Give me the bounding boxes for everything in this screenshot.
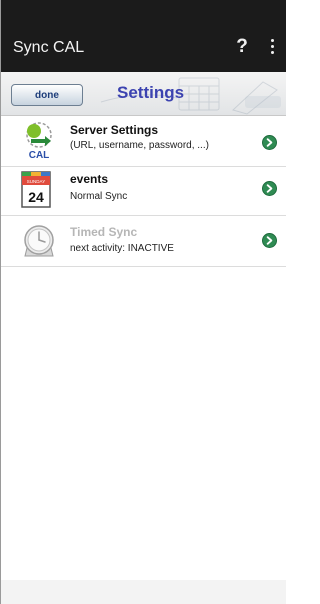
calendar-day-text: 24 bbox=[28, 189, 44, 205]
status-bar bbox=[1, 0, 286, 24]
row-title: events bbox=[70, 172, 109, 186]
more-vert-icon[interactable] bbox=[265, 37, 279, 57]
chevron-right-icon[interactable] bbox=[262, 233, 277, 248]
calendar-icon: SUNDAY 24 bbox=[21, 171, 51, 208]
calendar-weekday-text: SUNDAY bbox=[27, 179, 45, 184]
bottom-band bbox=[1, 580, 286, 604]
settings-header: done Settings bbox=[1, 72, 286, 116]
row-subtitle: Normal Sync bbox=[70, 191, 128, 202]
chevron-right-icon[interactable] bbox=[262, 135, 277, 150]
app-title: Sync CAL bbox=[13, 39, 85, 56]
row-subtitle: (URL, username, password, ...) bbox=[70, 140, 209, 151]
done-button[interactable]: done bbox=[11, 84, 83, 106]
row-subtitle: next activity: INACTIVE bbox=[70, 243, 174, 254]
server-icon-cal-text: CAL bbox=[29, 150, 50, 160]
events-row[interactable]: SUNDAY 24 events Normal Sync bbox=[1, 165, 286, 216]
server-sync-icon: CAL bbox=[26, 122, 52, 160]
clock-icon bbox=[24, 225, 54, 257]
settings-title: Settings bbox=[117, 83, 185, 102]
chevron-right-icon[interactable] bbox=[262, 181, 277, 196]
row-title: Timed Sync bbox=[70, 225, 138, 239]
app-bar: Sync CAL ? bbox=[1, 24, 286, 72]
help-button[interactable]: ? bbox=[233, 35, 251, 59]
timed-sync-row[interactable]: Timed Sync next activity: INACTIVE bbox=[1, 216, 286, 267]
app-window: Sync CAL ? done Settings CAL Server Sett… bbox=[0, 0, 286, 604]
row-title: Server Settings bbox=[70, 123, 159, 137]
server-settings-row[interactable]: CAL Server Settings (URL, username, pass… bbox=[1, 116, 286, 167]
